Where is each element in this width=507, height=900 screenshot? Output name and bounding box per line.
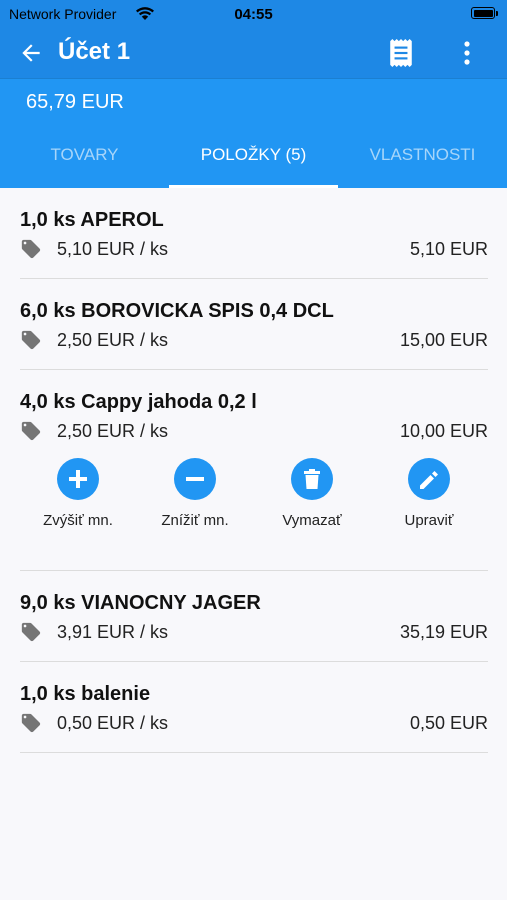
more-vert-icon[interactable] [458, 40, 476, 66]
item-unit-price: 5,10 EUR / ks [57, 239, 169, 259]
price-tag-icon [21, 622, 41, 642]
total-amount: 65,79 EUR [26, 91, 124, 113]
list-item-expanded[interactable]: 4,0 ks Cappy jahoda 0,2 l 2,50 EUR / ks … [20, 370, 488, 571]
price-tag-icon [21, 239, 41, 259]
items-list: 1,0 ks APEROL 5,10 EUR / ks 5,10 EUR 6,0… [0, 188, 507, 753]
item-actions: Zvýšiť mn. Znížiť mn. Vymazať Upraviť [20, 450, 488, 570]
battery-icon [471, 7, 498, 19]
item-name: 1,0 ks balenie [20, 683, 151, 705]
increase-quantity-button[interactable]: Zvýšiť mn. [28, 458, 128, 529]
item-total: 5,10 EUR [409, 239, 488, 259]
edit-label: Upraviť [404, 512, 454, 529]
decrease-quantity-label: Znížiť mn. [161, 512, 229, 529]
tab-polozky[interactable]: POLOŽKY (5) [169, 126, 338, 188]
app-bar: Účet 1 [0, 28, 507, 78]
tab-vlastnosti[interactable]: VLASTNOSTI [338, 126, 507, 188]
tab-tovary[interactable]: TOVARY [0, 126, 169, 188]
back-arrow-icon[interactable] [18, 40, 44, 66]
edit-button[interactable]: Upraviť [379, 458, 479, 529]
delete-button[interactable]: Vymazať [262, 458, 362, 529]
price-tag-icon [21, 421, 41, 441]
amount-bar: 65,79 EUR [0, 78, 507, 126]
item-total: 15,00 EUR [399, 330, 488, 350]
item-total: 35,19 EUR [399, 622, 488, 642]
item-name: 1,0 ks APEROL [20, 209, 164, 231]
status-time: 04:55 [234, 6, 273, 23]
minus-icon [186, 477, 204, 481]
item-unit-price: 3,91 EUR / ks [57, 622, 169, 642]
item-name: 4,0 ks Cappy jahoda 0,2 l [20, 391, 257, 413]
list-item[interactable]: 1,0 ks balenie 0,50 EUR / ks 0,50 EUR [20, 662, 488, 753]
list-item[interactable]: 1,0 ks APEROL 5,10 EUR / ks 5,10 EUR [20, 188, 488, 279]
item-name: 6,0 ks BOROVICKA SPIS 0,4 DCL [20, 300, 334, 322]
status-bar: Network Provider 04:55 [0, 0, 507, 28]
decrease-quantity-button[interactable]: Znížiť mn. [145, 458, 245, 529]
increase-quantity-label: Zvýšiť mn. [43, 512, 113, 529]
plus-icon [69, 470, 87, 488]
list-item[interactable]: 9,0 ks VIANOCNY JAGER 3,91 EUR / ks 35,1… [20, 571, 488, 662]
item-name: 9,0 ks VIANOCNY JAGER [20, 592, 261, 614]
list-item[interactable]: 6,0 ks BOROVICKA SPIS 0,4 DCL 2,50 EUR /… [20, 279, 488, 370]
pencil-icon [420, 471, 438, 489]
item-total: 10,00 EUR [399, 421, 488, 441]
item-unit-price: 2,50 EUR / ks [57, 330, 169, 350]
trash-icon [304, 469, 320, 489]
item-total: 0,50 EUR [409, 713, 488, 733]
page-title: Účet 1 [58, 38, 131, 65]
price-tag-icon [21, 330, 41, 350]
item-unit-price: 0,50 EUR / ks [57, 713, 169, 733]
price-tag-icon [21, 713, 41, 733]
tab-bar: TOVARY POLOŽKY (5) VLASTNOSTI [0, 126, 507, 188]
delete-label: Vymazať [282, 512, 342, 529]
receipt-icon[interactable] [388, 39, 414, 67]
item-unit-price: 2,50 EUR / ks [57, 421, 169, 441]
